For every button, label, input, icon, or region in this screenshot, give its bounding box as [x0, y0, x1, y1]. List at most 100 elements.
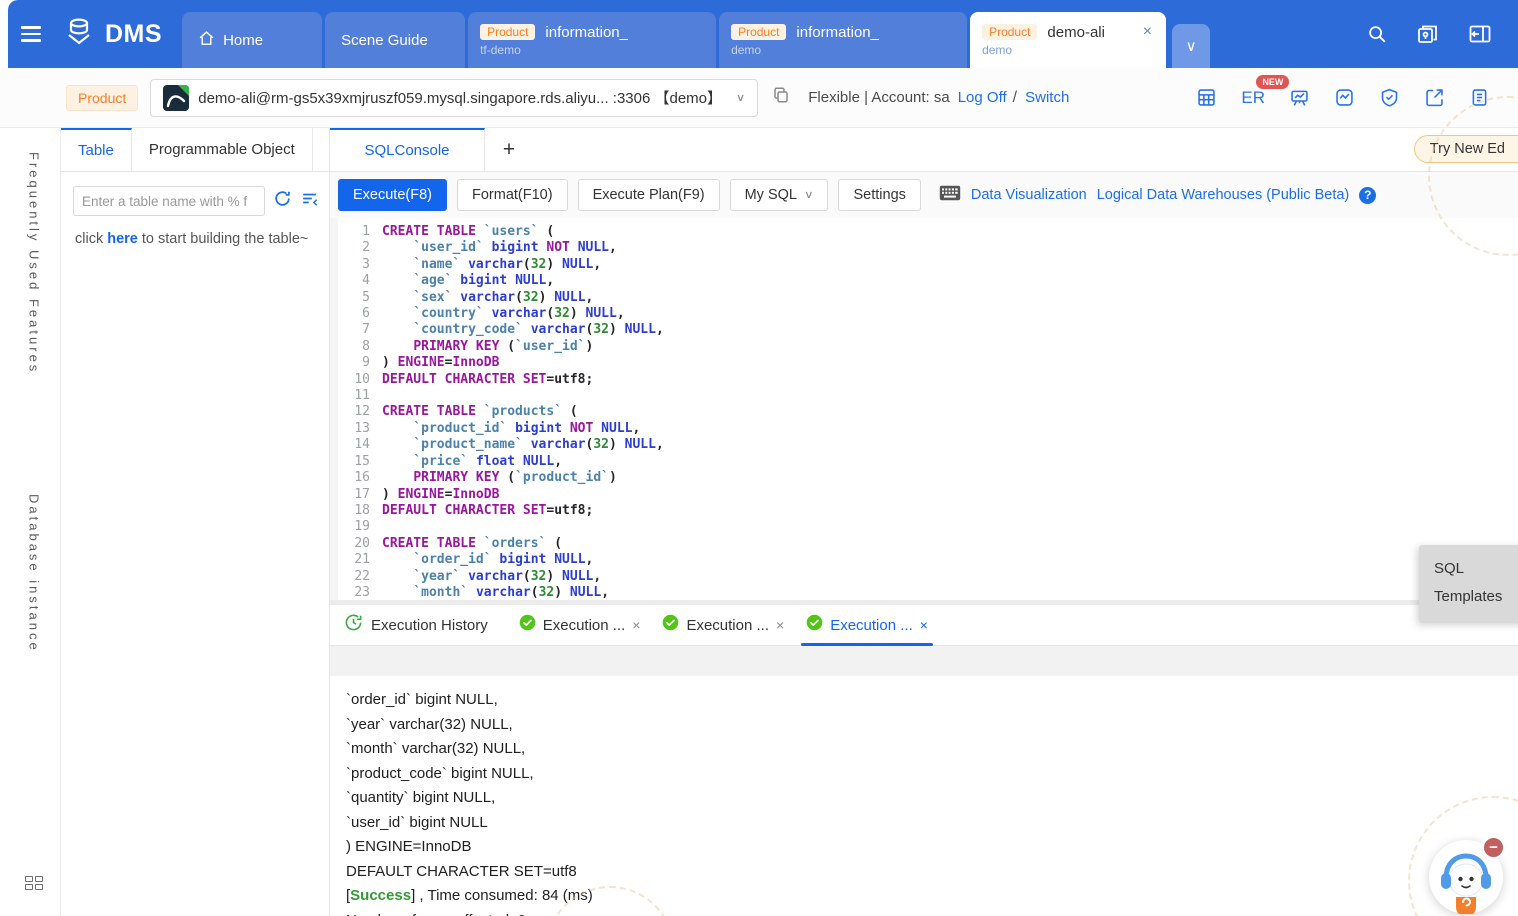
tab-product-information_[interactable]: Productinformation_tf-demo	[468, 12, 716, 68]
code-token	[468, 585, 476, 600]
code-token	[382, 339, 413, 354]
tab-scene-guide[interactable]: Scene Guide	[325, 12, 465, 68]
code-token: `age`	[413, 273, 452, 288]
editor-code[interactable]: CREATE TABLE `users` ( `user_id` bigint …	[370, 224, 1518, 600]
try-new-editor-button[interactable]: Try New Ed	[1414, 135, 1518, 163]
chevron-down-icon: ∨	[1186, 37, 1197, 55]
minimize-chat-badge[interactable]: −	[1482, 836, 1505, 859]
rail-frequently-used[interactable]: Frequently Used Features	[27, 152, 42, 374]
code-token: InnoDB	[452, 487, 499, 502]
tab-programmable-object[interactable]: Programmable Object	[132, 128, 313, 171]
execution-history-label: Execution History	[371, 617, 488, 634]
check-circle-icon	[806, 614, 823, 636]
code-token: `orders`	[484, 536, 547, 551]
security-shield-icon[interactable]	[1379, 87, 1400, 108]
sql-editor[interactable]: 1234567891011121314151617181920212223 CR…	[330, 218, 1518, 600]
product-tabs-group: Productinformation_tf-demoProductinforma…	[468, 12, 1166, 68]
collapse-panel-icon[interactable]	[1468, 22, 1492, 46]
monitor-chart-icon[interactable]	[1334, 87, 1355, 108]
tab-home[interactable]: Home	[182, 12, 322, 68]
table-search-row	[73, 186, 319, 216]
code-token: NOT	[570, 421, 593, 436]
output-success-line: [Success] , Time consumed: 84 (ms)	[346, 884, 1518, 909]
er-diagram-button[interactable]: ER NEW	[1241, 88, 1265, 108]
code-token: (	[523, 257, 531, 272]
code-token: 32	[531, 569, 547, 584]
instances-gallery-icon[interactable]	[1416, 22, 1440, 46]
refresh-icon[interactable]	[273, 189, 292, 213]
code-token: ,	[609, 240, 617, 255]
execution-history-button[interactable]: Execution History	[344, 613, 488, 637]
hint-here-link[interactable]: here	[107, 231, 138, 247]
logical-data-warehouses-link[interactable]: Logical Data Warehouses (Public Beta)	[1097, 187, 1350, 203]
sql-template-line2: Templates	[1434, 583, 1518, 611]
execution-tab-label: Execution ...	[543, 617, 626, 634]
database-selector[interactable]: demo-ali@rm-gs5x39xmjruszf059.mysql.sing…	[150, 79, 758, 117]
plus-icon: +	[503, 138, 515, 162]
table-grid-icon[interactable]	[1196, 87, 1217, 108]
copy-icon[interactable]	[772, 86, 790, 109]
line-number: 23	[338, 585, 370, 600]
panel-divider[interactable]	[330, 646, 1518, 676]
code-token: NULL	[586, 306, 617, 321]
new-console-tab-button[interactable]: +	[485, 128, 533, 171]
sql-template-button[interactable]: SQL Templates	[1419, 545, 1518, 623]
close-icon[interactable]: ×	[920, 617, 928, 633]
tab-product-demo-ali[interactable]: Productdemo-ali×demo	[970, 12, 1166, 68]
execution-result-tab-2[interactable]: Execution ...×	[651, 605, 795, 645]
execution-result-tab-1[interactable]: Execution ... ×	[508, 605, 652, 645]
code-token	[507, 421, 515, 436]
code-token: )	[609, 322, 625, 337]
dashboard-chart-icon[interactable]	[1289, 87, 1310, 108]
settings-button[interactable]: Settings	[838, 179, 920, 211]
code-line: `sex` varchar(32) NULL,	[382, 290, 1518, 306]
code-token: CREATE TABLE	[382, 536, 476, 551]
code-token	[523, 437, 531, 452]
tab-sqlconsole[interactable]: SQLConsole	[330, 128, 485, 171]
execution-result-tab-3[interactable]: Execution ...×	[795, 605, 939, 645]
code-line: `age` bigint NULL,	[382, 273, 1518, 289]
code-token: (	[499, 470, 515, 485]
search-icon[interactable]	[1366, 23, 1388, 45]
code-token: NULL	[625, 322, 656, 337]
code-line: `order_id` bigint NULL,	[382, 552, 1518, 568]
code-token	[484, 240, 492, 255]
dms-logo[interactable]: DMS	[54, 0, 182, 68]
code-token: NULL	[625, 437, 656, 452]
help-icon[interactable]: ?	[1359, 187, 1376, 204]
tab-table[interactable]: Table	[61, 128, 132, 171]
rail-database-instance[interactable]: Database instance	[27, 494, 42, 653]
filter-list-icon[interactable]	[300, 189, 319, 213]
format-button[interactable]: Format(F10)	[457, 179, 568, 211]
execute-plan-button[interactable]: Execute Plan(F9)	[578, 179, 720, 211]
close-icon[interactable]: ×	[1141, 23, 1154, 41]
keyboard-shortcuts-icon[interactable]	[939, 185, 961, 206]
code-line: `country` varchar(32) NULL,	[382, 306, 1518, 322]
code-token: `products`	[484, 404, 562, 419]
switch-link[interactable]: Switch	[1025, 89, 1069, 106]
document-list-icon[interactable]	[1469, 87, 1490, 108]
close-icon[interactable]: ×	[776, 617, 784, 633]
code-token: DEFAULT CHARACTER SET	[382, 372, 546, 387]
check-circle-icon	[519, 614, 536, 636]
code-line: CREATE TABLE `orders` (	[382, 536, 1518, 552]
code-line: DEFAULT CHARACTER SET=utf8;	[382, 503, 1518, 519]
line-number: 17	[338, 487, 370, 503]
table-search-input[interactable]	[73, 186, 265, 216]
chatbot-avatar[interactable]: −	[1429, 840, 1503, 914]
menu-icon[interactable]	[8, 0, 54, 68]
apps-grid-icon[interactable]	[25, 876, 43, 890]
line-number: 3	[338, 257, 370, 273]
tab-product-information_[interactable]: Productinformation_demo	[719, 12, 967, 68]
tab-table-label: Table	[78, 142, 114, 159]
close-icon[interactable]: ×	[632, 617, 640, 633]
export-icon[interactable]	[1424, 87, 1445, 108]
execute-button[interactable]: Execute(F8)	[338, 179, 447, 211]
log-off-link[interactable]: Log Off	[958, 89, 1007, 106]
tab-home-label: Home	[223, 32, 263, 49]
code-token: ,	[632, 421, 640, 436]
data-visualization-link[interactable]: Data Visualization	[971, 187, 1087, 203]
my-sql-dropdown[interactable]: My SQL ∨	[730, 179, 829, 211]
tabs-dropdown-button[interactable]: ∨	[1172, 24, 1210, 68]
line-number: 13	[338, 421, 370, 437]
